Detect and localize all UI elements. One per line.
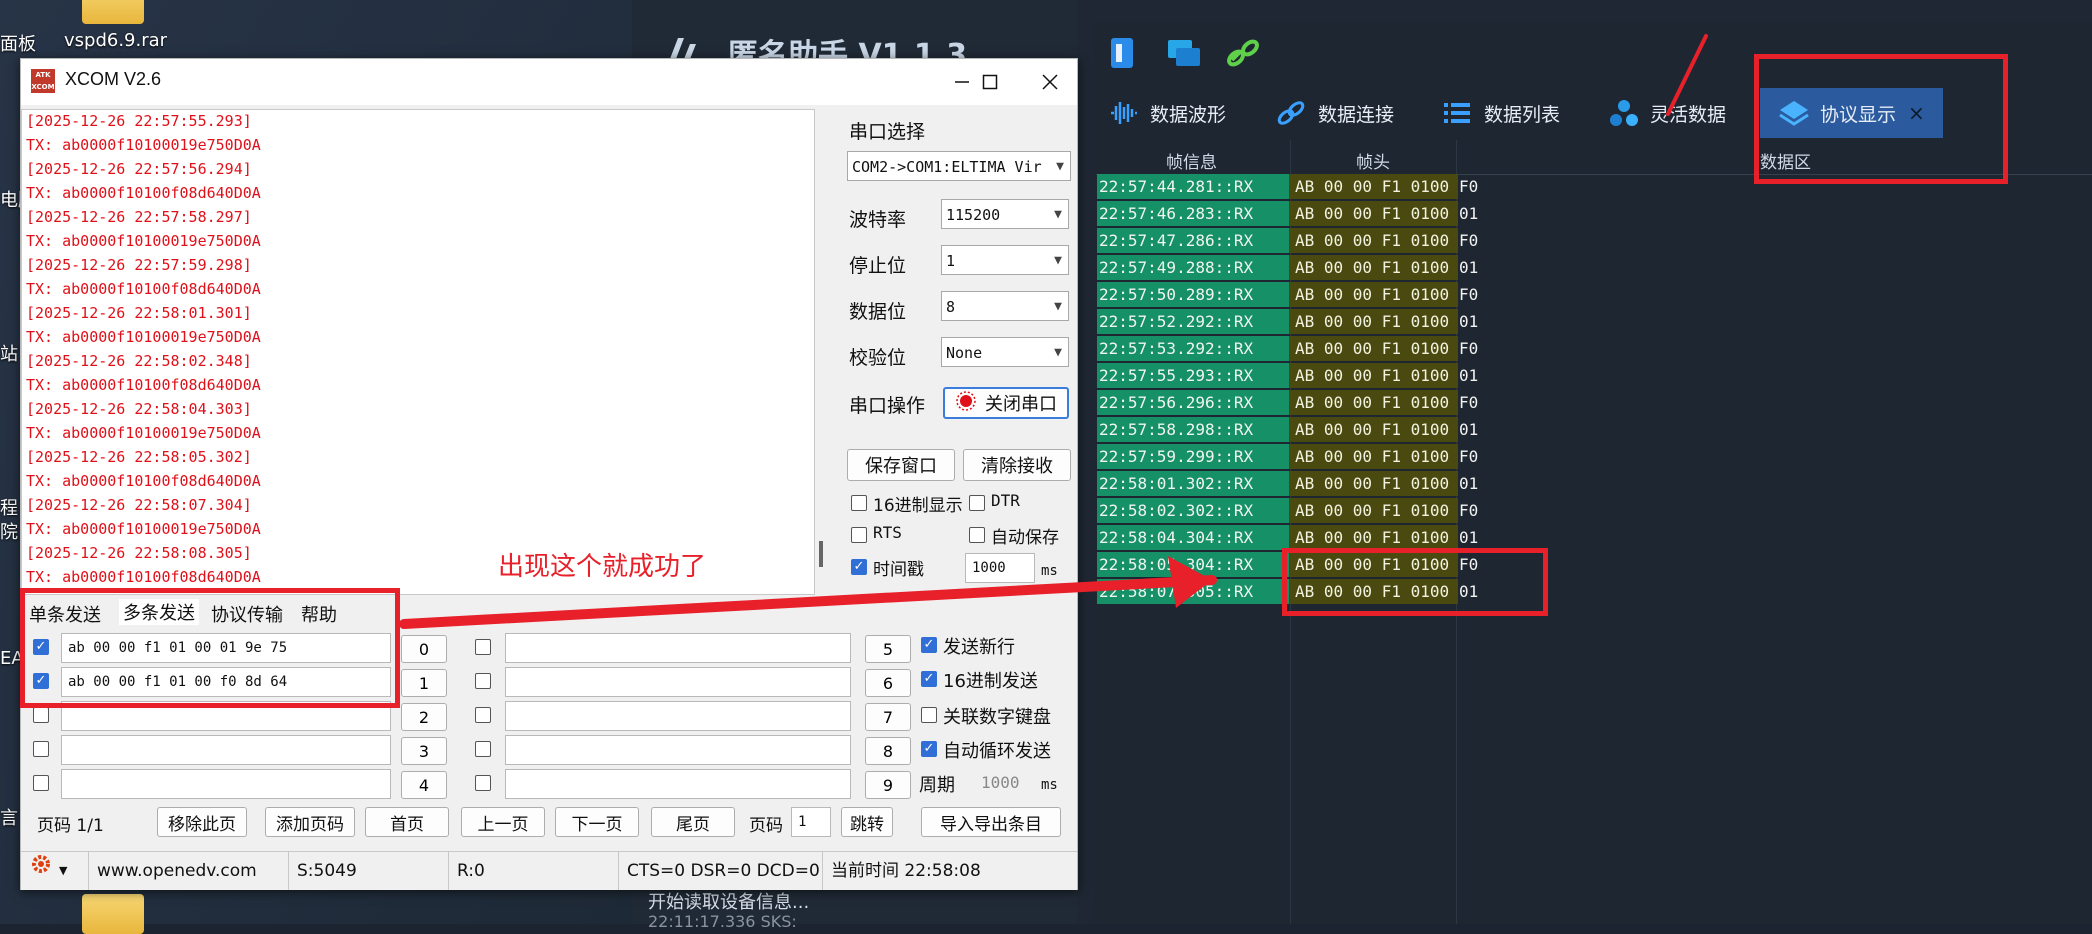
annotation-stroke — [1666, 34, 1708, 116]
annotation-arrowhead-icon — [1168, 556, 1212, 608]
annotation-arrow-line — [399, 575, 1217, 629]
annotation-arrows — [399, 34, 1708, 629]
